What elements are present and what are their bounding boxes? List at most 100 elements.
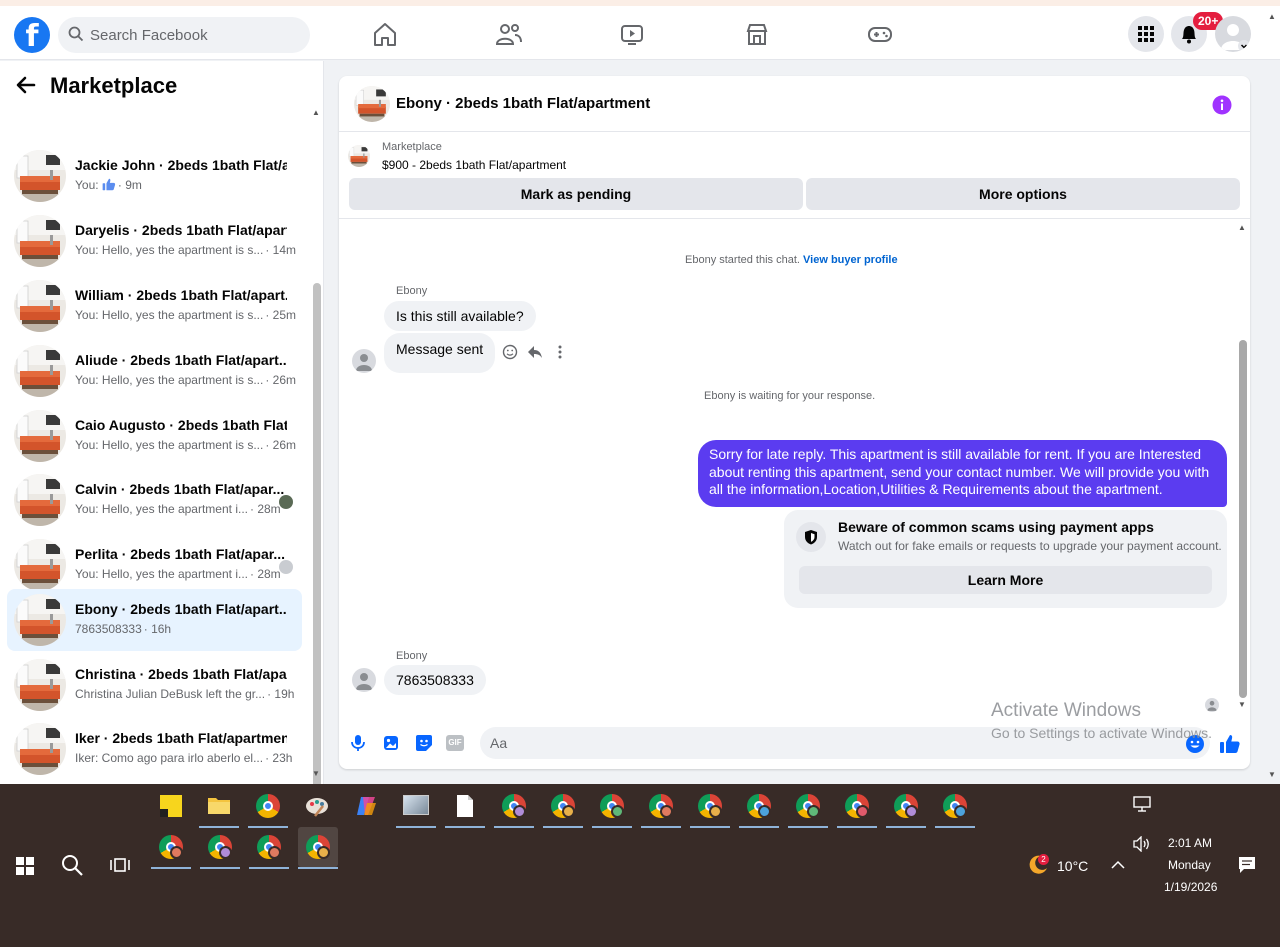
chrome-profile-app[interactable] xyxy=(690,786,730,828)
chat-scroll-up-arrow[interactable]: ▲ xyxy=(1238,223,1246,232)
video-icon[interactable] xyxy=(617,20,647,48)
chat-header: Ebony · 2beds 1bath Flat/apartment xyxy=(339,76,1250,132)
incoming-message[interactable]: 7863508333 xyxy=(384,665,486,695)
photos-app[interactable] xyxy=(396,786,436,828)
notification-center-icon[interactable] xyxy=(1238,856,1256,874)
facebook-logo[interactable]: f xyxy=(14,17,50,53)
listing-price-title[interactable]: $900 - 2beds 1bath Flat/apartment xyxy=(382,158,566,172)
network-icon[interactable] xyxy=(1133,796,1151,812)
chrome-profile-app[interactable] xyxy=(543,786,583,828)
sender-avatar[interactable] xyxy=(352,349,376,373)
profile-avatar[interactable] xyxy=(1215,16,1251,52)
page-scroll-up-arrow[interactable]: ▲ xyxy=(1268,12,1276,21)
view-buyer-profile-link[interactable]: View buyer profile xyxy=(803,254,898,266)
chrome-profile-app[interactable] xyxy=(837,786,877,828)
search-box[interactable] xyxy=(58,17,310,53)
sticky-notes-app[interactable] xyxy=(151,786,191,826)
microphone-icon[interactable] xyxy=(350,734,366,752)
windows-start-icon[interactable] xyxy=(16,857,34,875)
paint-app[interactable] xyxy=(297,786,337,826)
conversation-item[interactable]: Ebony · 2beds 1bath Flat/apart... 7863508… xyxy=(7,589,302,651)
temperature[interactable]: 10°C xyxy=(1057,858,1088,874)
sticker-icon[interactable] xyxy=(415,734,433,752)
conversation-item[interactable]: William · 2beds 1bath Flat/apart... You: … xyxy=(7,275,302,337)
conversation-name: Caio Augusto · 2beds 1bath Flat... xyxy=(75,417,287,433)
chat-scroll-down-arrow[interactable]: ▼ xyxy=(1238,700,1246,709)
more-options-button[interactable]: More options xyxy=(806,178,1240,210)
conversation-item[interactable]: Caio Augusto · 2beds 1bath Flat... You: H… xyxy=(7,405,302,467)
react-emoji-icon[interactable] xyxy=(502,344,518,360)
chrome-profile-app[interactable] xyxy=(935,786,975,828)
volume-icon[interactable] xyxy=(1133,836,1151,852)
chrome-profile-app[interactable] xyxy=(494,786,534,828)
shield-icon xyxy=(805,530,817,545)
sender-avatar[interactable] xyxy=(352,668,376,692)
search-icon xyxy=(68,26,84,42)
friends-icon[interactable] xyxy=(494,20,524,48)
profile-badge-icon xyxy=(807,805,820,818)
clock-time[interactable]: 2:01 AM xyxy=(1168,836,1212,850)
search-input[interactable] xyxy=(90,17,300,53)
chrome-profile-app-active[interactable] xyxy=(298,827,338,869)
mark-as-pending-button[interactable]: Mark as pending xyxy=(349,178,803,210)
marketplace-icon[interactable] xyxy=(742,20,772,48)
home-icon[interactable] xyxy=(370,20,400,48)
outgoing-message[interactable]: Sorry for late reply. This apartment is … xyxy=(698,440,1227,507)
conversation-item[interactable]: Perlita · 2beds 1bath Flat/apar... You: H… xyxy=(7,534,302,596)
preview-text: You: Hello, yes the apartment is s... xyxy=(75,373,264,387)
chrome-profile-app[interactable] xyxy=(151,827,191,869)
scroll-down-arrow[interactable]: ▼ xyxy=(312,769,320,778)
chrome-profile-app[interactable] xyxy=(886,786,926,828)
chrome-profile-app[interactable] xyxy=(592,786,632,828)
conversation-name: Calvin · 2beds 1bath Flat/apar... xyxy=(75,481,285,497)
chrome-app[interactable] xyxy=(248,786,288,828)
scam-warning-card: Beware of common scams using payment app… xyxy=(784,510,1227,608)
more-icon[interactable] xyxy=(552,344,568,360)
conversation-preview: You: Hello, yes the apartment is s... · 2… xyxy=(75,438,296,452)
info-icon[interactable] xyxy=(1212,95,1232,115)
back-arrow-icon[interactable] xyxy=(16,75,36,95)
chrome-profile-app[interactable] xyxy=(739,786,779,828)
chat-title[interactable]: Ebony · 2beds 1bath Flat/apartment xyxy=(396,95,650,112)
copilot-app[interactable] xyxy=(346,786,386,826)
task-view-icon[interactable] xyxy=(110,855,130,875)
incoming-message[interactable]: Is this still available? xyxy=(384,301,536,331)
chat-scrollbar[interactable] xyxy=(1239,340,1247,698)
like-thumb-icon[interactable] xyxy=(1219,734,1241,754)
menu-grid-button[interactable] xyxy=(1128,16,1164,52)
notepad-app[interactable] xyxy=(445,786,485,828)
grid-icon xyxy=(1138,26,1154,42)
listing-thumbnail xyxy=(14,594,66,646)
file-explorer-app[interactable] xyxy=(199,786,239,828)
clock-date[interactable]: 1/19/2026 xyxy=(1164,880,1217,894)
gif-icon[interactable]: GIF xyxy=(446,735,464,751)
conversation-item[interactable]: Daryelis · 2beds 1bath Flat/apart... You:… xyxy=(7,210,302,272)
chrome-profile-app[interactable] xyxy=(788,786,828,828)
search-icon[interactable] xyxy=(60,853,84,877)
conversation-item[interactable]: Aliude · 2beds 1bath Flat/apart... You: H… xyxy=(7,340,302,402)
profile-badge-icon xyxy=(758,805,771,818)
preview-text: Iker: Como ago para irlo aberlo el... xyxy=(75,751,264,765)
listing-thumbnail xyxy=(14,474,66,526)
chrome-profile-app[interactable] xyxy=(249,827,289,869)
reply-icon[interactable] xyxy=(527,344,543,360)
conversation-item[interactable]: Iker · 2beds 1bath Flat/apartment Iker: C… xyxy=(7,718,302,780)
conversation-item[interactable]: Christina · 2beds 1bath Flat/apar... Chri… xyxy=(7,654,302,716)
conversation-item[interactable]: Calvin · 2beds 1bath Flat/apar... You: He… xyxy=(7,469,302,531)
clock-day[interactable]: Monday xyxy=(1168,858,1211,872)
chrome-profile-app[interactable] xyxy=(200,827,240,869)
sidebar-scrollbar[interactable] xyxy=(313,283,321,784)
chevron-up-icon[interactable] xyxy=(1111,860,1125,870)
conversation-time: · 28m xyxy=(250,502,281,516)
scroll-up-arrow[interactable]: ▲ xyxy=(312,108,320,117)
conversation-time: · 23h xyxy=(265,751,293,765)
photo-icon[interactable] xyxy=(383,734,399,752)
listing-thumbnail[interactable] xyxy=(354,86,390,122)
sender-name: Ebony xyxy=(396,285,428,297)
gaming-icon[interactable] xyxy=(865,20,895,48)
chrome-profile-app[interactable] xyxy=(641,786,681,828)
page-scroll-down-arrow[interactable]: ▼ xyxy=(1268,770,1276,779)
learn-more-button[interactable]: Learn More xyxy=(799,566,1212,594)
incoming-message[interactable]: Message sent xyxy=(384,333,496,373)
conversation-item[interactable]: Jackie John · 2beds 1bath Flat/a... You: … xyxy=(7,145,302,207)
